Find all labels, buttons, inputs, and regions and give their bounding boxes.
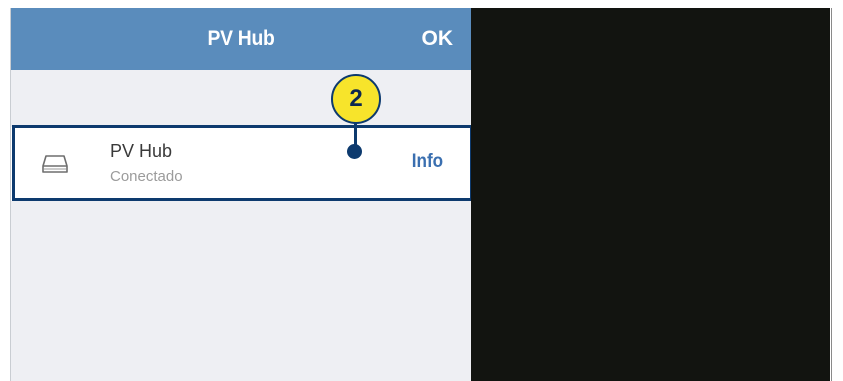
device-status: Conectado xyxy=(110,168,183,185)
device-row-pv-hub[interactable]: PV Hub Conectado Info xyxy=(11,127,471,201)
nav-header: PV Hub OK xyxy=(11,8,471,70)
drive-icon xyxy=(42,155,68,173)
device-name: PV Hub xyxy=(110,141,173,161)
dark-panel xyxy=(471,8,830,381)
device-list-panel: PV Hub OK PV Hub Conectado Info xyxy=(11,8,471,381)
ok-button[interactable]: OK xyxy=(422,8,454,70)
callout-pointer-dot xyxy=(347,144,362,159)
callout-badge: 2 xyxy=(331,74,381,124)
info-button[interactable]: Info xyxy=(412,151,443,173)
page-title: PV Hub xyxy=(207,27,275,50)
